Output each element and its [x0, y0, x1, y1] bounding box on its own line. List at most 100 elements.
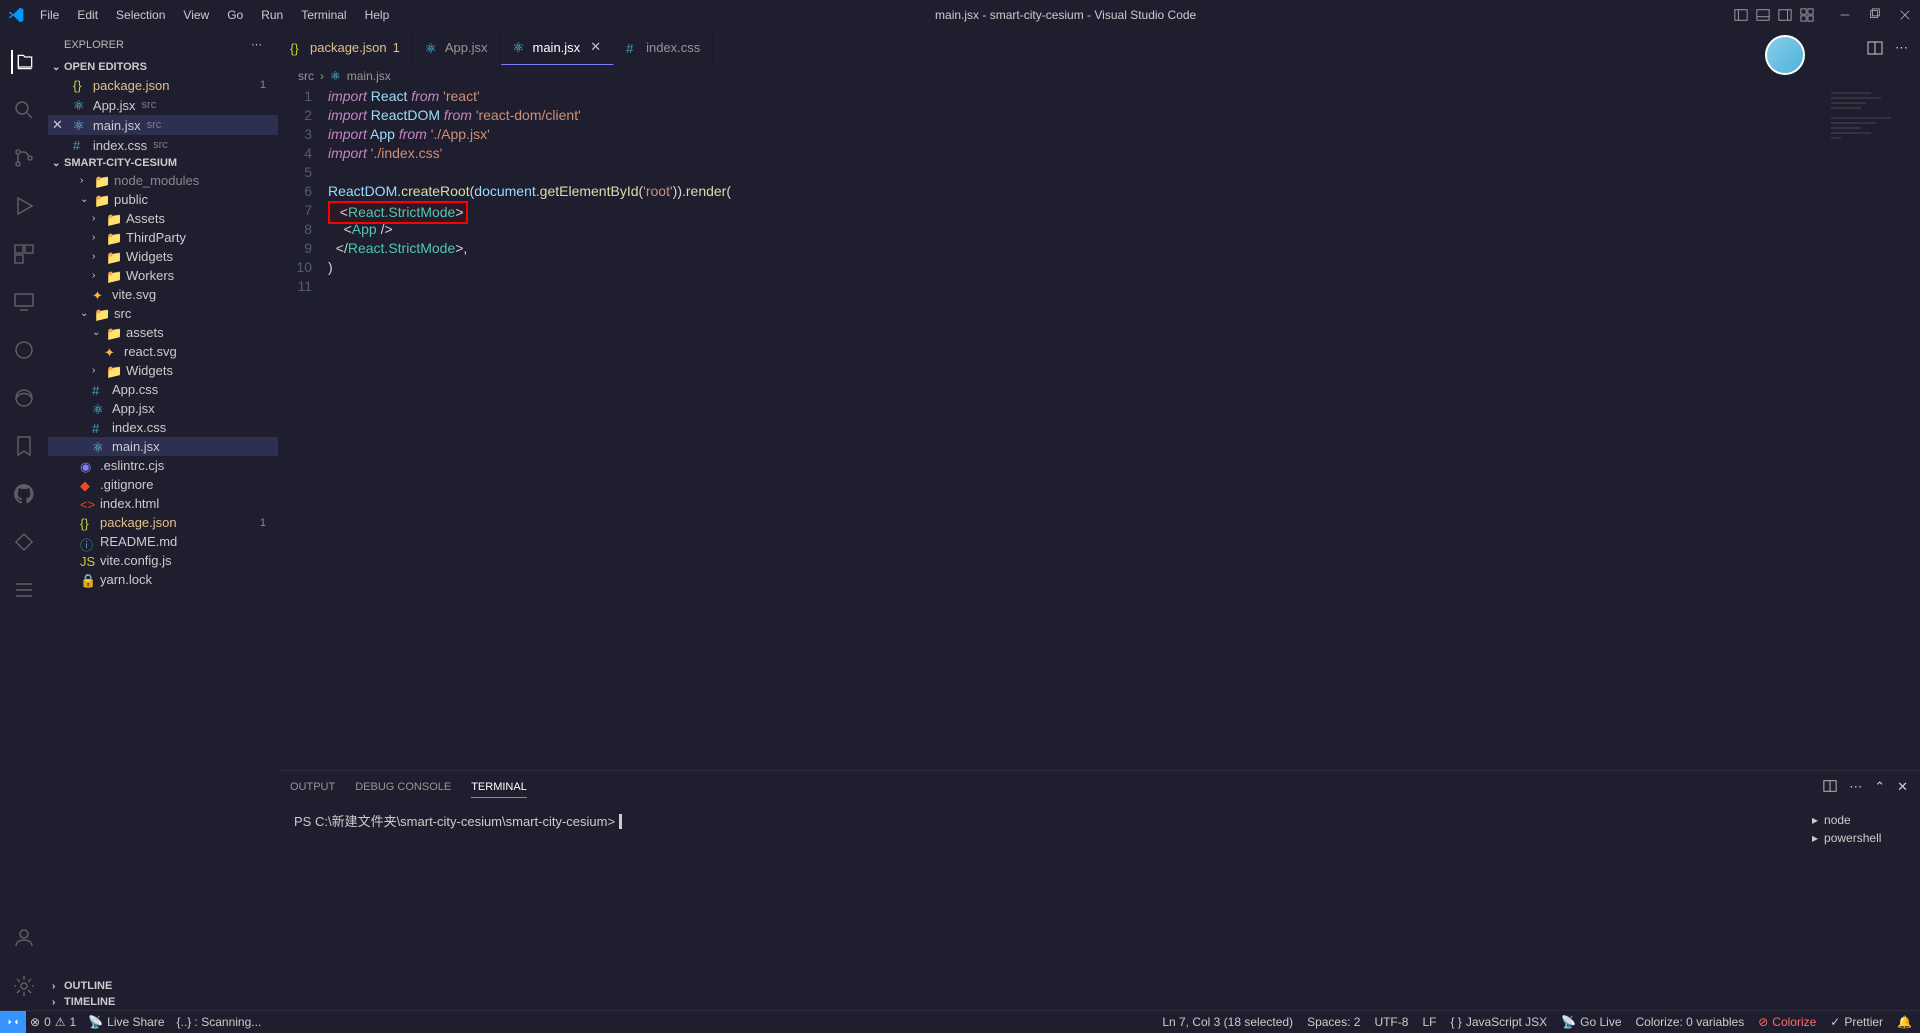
editor-more-icon[interactable]: ⋯: [1895, 40, 1908, 56]
minimap[interactable]: [1826, 87, 1906, 770]
file-item[interactable]: ⓘREADME.md: [48, 532, 278, 551]
activity-todo-icon[interactable]: [12, 578, 36, 602]
open-editor-item[interactable]: ✕⚛main.jsx src: [48, 115, 278, 135]
activity-bookmark-icon[interactable]: [12, 434, 36, 458]
toggle-primary-sidebar-icon[interactable]: [1734, 8, 1748, 22]
file-item[interactable]: ✦react.svg: [48, 342, 278, 361]
status-eol[interactable]: LF: [1422, 1015, 1436, 1029]
file-item[interactable]: 🔒yarn.lock: [48, 570, 278, 589]
activity-remote-icon[interactable]: [12, 290, 36, 314]
close-icon[interactable]: [1898, 8, 1912, 22]
activity-accounts-icon[interactable]: [12, 926, 36, 950]
status-golive[interactable]: 📡Go Live: [1561, 1015, 1621, 1029]
status-colorize-vars[interactable]: Colorize: 0 variables: [1636, 1015, 1745, 1029]
activity-liveshare-icon[interactable]: [12, 530, 36, 554]
open-editor-item[interactable]: ✕⚛App.jsx src: [48, 95, 278, 115]
status-problems[interactable]: ⊗0 ⚠1: [30, 1015, 76, 1029]
minimize-icon[interactable]: [1838, 8, 1852, 22]
code-editor[interactable]: 1234567891011 import React from 'react'i…: [278, 87, 1920, 770]
open-editor-item[interactable]: ✕{}package.json1: [48, 75, 278, 95]
status-language[interactable]: { } JavaScript JSX: [1450, 1015, 1547, 1029]
activity-edge-icon[interactable]: [12, 386, 36, 410]
breadcrumbs[interactable]: src › ⚛ main.jsx: [278, 65, 1920, 87]
file-item[interactable]: ⚛main.jsx: [48, 437, 278, 456]
file-item[interactable]: #index.css: [48, 418, 278, 437]
file-item[interactable]: #App.css: [48, 380, 278, 399]
editor-tab[interactable]: {}package.json 1: [278, 30, 413, 65]
folder-item[interactable]: ›📁Widgets: [48, 361, 278, 380]
editor-tab[interactable]: ⚛App.jsx: [413, 30, 501, 65]
maximize-icon[interactable]: [1868, 8, 1882, 22]
terminal-node[interactable]: ▸node: [1808, 811, 1912, 829]
status-spaces[interactable]: Spaces: 2: [1307, 1015, 1360, 1029]
menu-go[interactable]: Go: [219, 4, 251, 26]
panel-maximize-icon[interactable]: ⌃: [1874, 779, 1885, 795]
menu-bar: File Edit Selection View Go Run Terminal…: [32, 4, 397, 26]
terminal-list: ▸node ▸powershell: [1800, 803, 1920, 1010]
activity-settings-icon[interactable]: [12, 974, 36, 998]
menu-edit[interactable]: Edit: [69, 4, 106, 26]
file-item[interactable]: JSvite.config.js: [48, 551, 278, 570]
activity-source-control-icon[interactable]: [12, 146, 36, 170]
file-item[interactable]: ◆.gitignore: [48, 475, 278, 494]
split-editor-icon[interactable]: [1867, 40, 1883, 56]
panel-close-icon[interactable]: ✕: [1897, 779, 1908, 795]
menu-help[interactable]: Help: [357, 4, 398, 26]
title-bar: File Edit Selection View Go Run Terminal…: [0, 0, 1920, 30]
status-scanning[interactable]: {..} : Scanning...: [177, 1015, 262, 1029]
folder-item[interactable]: ›📁Widgets: [48, 247, 278, 266]
status-colorize[interactable]: ⊘ Colorize: [1758, 1015, 1816, 1029]
explorer-more-icon[interactable]: ⋯: [251, 38, 262, 51]
file-item[interactable]: ⚛App.jsx: [48, 399, 278, 418]
open-editor-item[interactable]: ✕#index.css src: [48, 135, 278, 155]
panel-tab-terminal[interactable]: TERMINAL: [471, 777, 527, 798]
terminal-output[interactable]: PS C:\新建文件夹\smart-city-cesium\smart-city…: [278, 803, 1800, 1010]
activity-docker-icon[interactable]: [12, 338, 36, 362]
menu-selection[interactable]: Selection: [108, 4, 173, 26]
file-item[interactable]: ◉.eslintrc.cjs: [48, 456, 278, 475]
editor-tab[interactable]: ⚛main.jsx✕: [501, 30, 615, 65]
toggle-secondary-sidebar-icon[interactable]: [1778, 8, 1792, 22]
status-bar: ⊗0 ⚠1 📡Live Share {..} : Scanning... Ln …: [0, 1010, 1920, 1032]
file-item[interactable]: {}package.json1: [48, 513, 278, 532]
user-avatar[interactable]: [1765, 35, 1805, 75]
status-liveshare[interactable]: 📡Live Share: [88, 1015, 164, 1029]
project-section[interactable]: ⌄SMART-CITY-CESIUM: [48, 155, 278, 171]
menu-run[interactable]: Run: [253, 4, 291, 26]
folder-item[interactable]: ⌄📁src: [48, 304, 278, 323]
terminal-more-icon[interactable]: ⋯: [1849, 779, 1862, 795]
folder-item[interactable]: ›📁Workers: [48, 266, 278, 285]
status-encoding[interactable]: UTF-8: [1374, 1015, 1408, 1029]
open-editors-section[interactable]: ⌄OPEN EDITORS: [48, 59, 278, 75]
panel-tab-debug[interactable]: DEBUG CONSOLE: [355, 777, 451, 797]
file-item[interactable]: ✦vite.svg: [48, 285, 278, 304]
timeline-section[interactable]: ›TIMELINE: [48, 994, 278, 1010]
terminal-powershell[interactable]: ▸powershell: [1808, 829, 1912, 847]
status-prettier[interactable]: ✓ Prettier: [1830, 1015, 1883, 1029]
remote-button[interactable]: [0, 1011, 26, 1033]
folder-item[interactable]: ›📁Assets: [48, 209, 278, 228]
toggle-panel-icon[interactable]: [1756, 8, 1770, 22]
status-cursor[interactable]: Ln 7, Col 3 (18 selected): [1162, 1015, 1293, 1029]
folder-item[interactable]: ›📁ThirdParty: [48, 228, 278, 247]
customize-layout-icon[interactable]: [1800, 8, 1814, 22]
activity-explorer-icon[interactable]: [11, 50, 35, 74]
activity-github-icon[interactable]: [12, 482, 36, 506]
terminal-split-icon[interactable]: [1823, 779, 1837, 793]
activity-run-debug-icon[interactable]: [12, 194, 36, 218]
activity-search-icon[interactable]: [12, 98, 36, 122]
editor-tab[interactable]: #index.css: [614, 30, 713, 65]
status-notifications-icon[interactable]: 🔔: [1897, 1015, 1912, 1029]
folder-item[interactable]: ⌄📁public: [48, 190, 278, 209]
menu-view[interactable]: View: [175, 4, 217, 26]
folder-item[interactable]: ⌄📁assets: [48, 323, 278, 342]
outline-section[interactable]: ›OUTLINE: [48, 978, 278, 994]
folder-item[interactable]: ›📁node_modules: [48, 171, 278, 190]
file-item[interactable]: <>index.html: [48, 494, 278, 513]
menu-file[interactable]: File: [32, 4, 67, 26]
bottom-panel: OUTPUT DEBUG CONSOLE TERMINAL ⋯ ⌃ ✕ PS C…: [278, 770, 1920, 1010]
menu-terminal[interactable]: Terminal: [293, 4, 354, 26]
sidebar-explorer: EXPLORER ⋯ ⌄OPEN EDITORS ✕{}package.json…: [48, 30, 278, 1010]
activity-extensions-icon[interactable]: [12, 242, 36, 266]
panel-tab-output[interactable]: OUTPUT: [290, 777, 335, 797]
